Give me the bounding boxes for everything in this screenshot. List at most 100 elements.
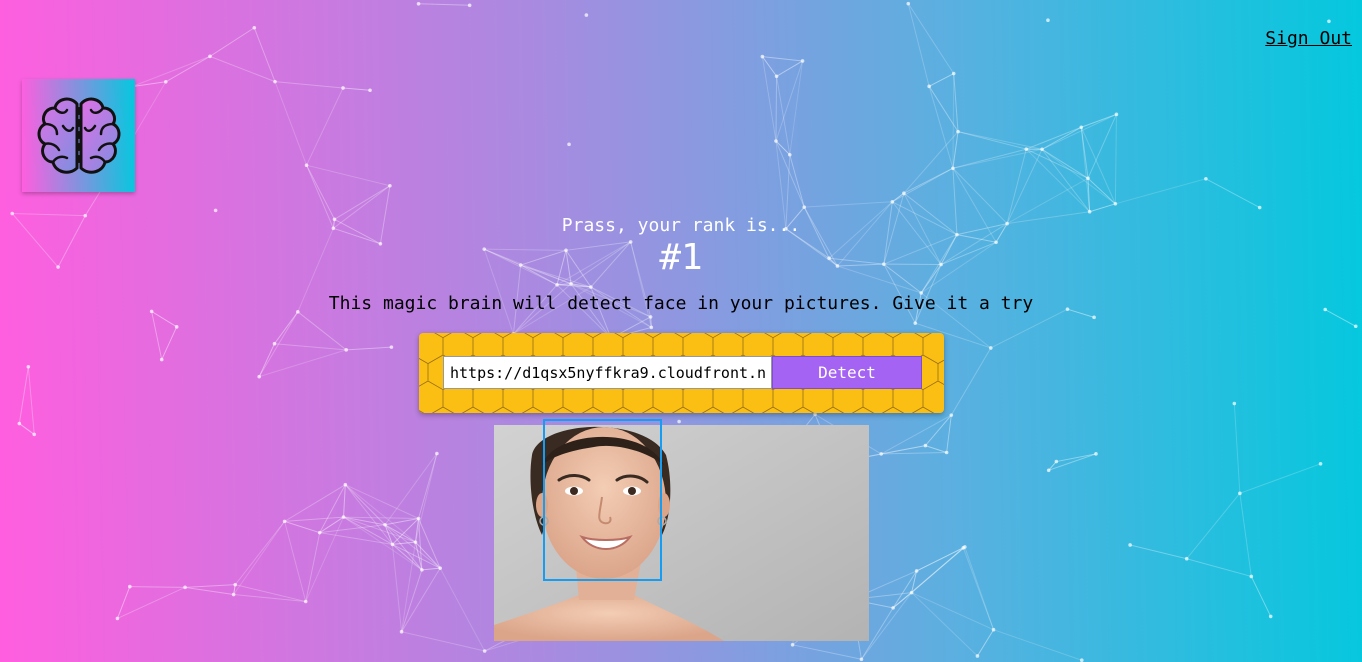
particle-dot (975, 654, 980, 658)
particle-dot (482, 649, 487, 653)
particle-dot (567, 142, 571, 147)
particle-dot (1079, 125, 1084, 130)
particle-dot (927, 84, 931, 89)
logo (22, 79, 135, 192)
particle-dot (32, 432, 37, 437)
navigation: Sign Out (1265, 28, 1352, 49)
particle-dot (1046, 468, 1051, 473)
particle-dot (555, 283, 559, 287)
particle-dot (956, 129, 960, 134)
particle-dot (1086, 176, 1090, 181)
particle-dot (272, 341, 277, 346)
particle-dot (416, 1, 421, 6)
particle-dot (343, 482, 348, 487)
particle-dot (1268, 614, 1273, 619)
brain-icon (37, 97, 120, 174)
particle-dot (913, 321, 918, 325)
particle-dot (303, 599, 308, 604)
particle-dot (1353, 324, 1358, 329)
particle-dot (17, 421, 22, 426)
image-url-input[interactable] (443, 356, 772, 389)
particle-dot (906, 1, 911, 6)
particle-dot (1232, 401, 1237, 406)
particle-dot (467, 3, 472, 8)
particle-dot (213, 208, 218, 213)
particle-dot (951, 166, 955, 171)
particle-dot (282, 519, 287, 524)
particle-dot (368, 88, 372, 93)
particle-dot (584, 13, 589, 17)
particle-dot (273, 79, 277, 84)
particle-dot (208, 54, 212, 59)
particle-dot (649, 325, 654, 330)
particle-dot (1238, 491, 1242, 496)
particle-dot (859, 657, 864, 662)
particle-dot (923, 443, 928, 448)
particle-dot (790, 643, 795, 647)
particle-dot (159, 357, 164, 362)
particle-dot (252, 25, 257, 30)
particle-dot (1327, 19, 1331, 24)
particle-dot (902, 191, 906, 196)
particle-dot (774, 139, 778, 143)
particle-dot (813, 412, 817, 417)
particle-dot (991, 627, 996, 632)
tagline: This magic brain will detect face in you… (328, 293, 1034, 314)
particle-dot (231, 592, 236, 597)
particle-dot (1257, 205, 1262, 210)
particle-dot (341, 515, 346, 519)
particle-dot (1024, 147, 1029, 151)
detect-button[interactable]: Detect (772, 356, 922, 389)
particle-dot (787, 152, 792, 157)
particle-dot (1114, 112, 1119, 117)
sign-out-link[interactable]: Sign Out (1265, 28, 1352, 49)
particle-dot (569, 281, 573, 286)
rank-value: #1 (659, 237, 703, 278)
particle-dot (1128, 543, 1132, 547)
particle-dot (1249, 574, 1254, 579)
particle-dot (413, 540, 418, 544)
particle-dot (677, 419, 681, 424)
particle-dot (1094, 452, 1098, 456)
particle-dot (1204, 176, 1208, 181)
particle-dot (416, 516, 421, 521)
rank-section: Prass, your rank is... #1 (0, 214, 1362, 278)
particle-dot (944, 450, 949, 455)
particle-dot (1046, 18, 1050, 23)
particle-dot (774, 74, 779, 79)
particle-dot (760, 54, 765, 59)
particle-dot (1079, 658, 1084, 662)
particle-dot (257, 374, 261, 379)
particle-dot (233, 582, 238, 587)
particle-dot (1054, 459, 1059, 464)
particle-dot (115, 616, 120, 621)
particle-dot (163, 79, 168, 84)
particle-dot (1087, 209, 1092, 214)
particle-dot (435, 451, 439, 456)
particle-dot (389, 345, 394, 349)
particle-dot (1113, 202, 1118, 206)
image-url-form: Detect (419, 333, 944, 413)
particle-dot (891, 606, 895, 610)
particle-dot (341, 86, 345, 90)
particle-dot (1184, 556, 1189, 561)
particle-dot (914, 569, 919, 573)
particle-dot (909, 590, 914, 595)
particle-dot (399, 629, 404, 634)
particle-dot (963, 545, 967, 549)
particle-dot (879, 452, 884, 456)
rank-label: Prass, your rank is... (561, 215, 801, 236)
particle-dot (988, 346, 993, 350)
particle-dot (1318, 461, 1323, 466)
particle-dot (183, 585, 187, 590)
particle-dot (890, 199, 895, 204)
particle-dot (317, 530, 322, 535)
particle-dot (589, 285, 593, 289)
particle-dot (1092, 315, 1096, 320)
particle-dot (648, 315, 653, 319)
particle-dot (949, 413, 954, 417)
particle-dot (802, 205, 807, 209)
particle-dot (390, 542, 395, 547)
particle-dot (128, 584, 132, 589)
particle-dot (26, 364, 31, 369)
